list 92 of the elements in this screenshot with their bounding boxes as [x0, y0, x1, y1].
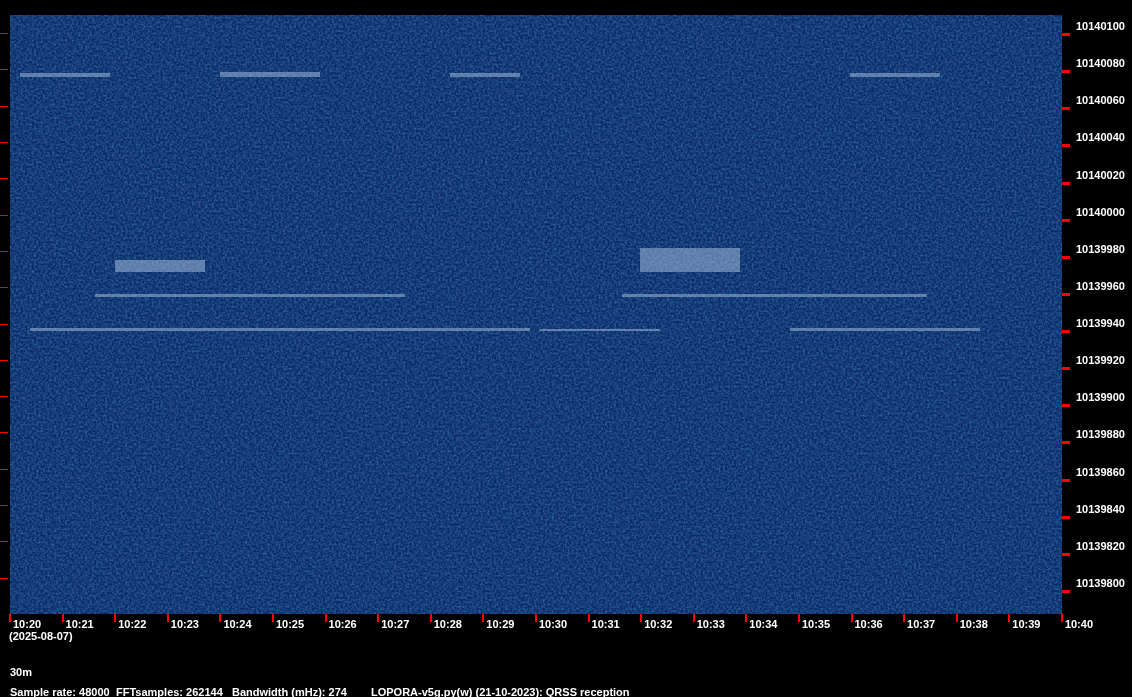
frequency-label: 10139880 — [1076, 428, 1125, 442]
tick-mark — [0, 214, 8, 216]
tick-mark — [0, 541, 8, 542]
tick-mark — [0, 396, 8, 397]
tick-mark — [0, 505, 8, 506]
tick-mark — [0, 105, 8, 107]
tick-mark — [0, 178, 8, 179]
tick-mark — [640, 614, 643, 622]
time-label: 10:31 — [591, 618, 620, 630]
tick-mark — [324, 614, 327, 622]
frequency-label: 10139900 — [1076, 391, 1125, 405]
tick-mark — [1062, 478, 1070, 482]
time-label: 10:34 — [749, 618, 778, 630]
tick-mark — [1060, 614, 1063, 622]
tick-mark — [1062, 292, 1070, 296]
tick-mark — [1062, 552, 1070, 556]
tick-mark — [955, 614, 958, 622]
frequency-label: 10139840 — [1076, 502, 1125, 516]
tick-mark — [692, 614, 695, 622]
tick-mark — [166, 614, 169, 622]
tick-mark — [377, 614, 380, 622]
time-label: 10:33 — [696, 618, 725, 630]
tick-mark — [61, 614, 64, 622]
tick-mark — [1062, 70, 1070, 74]
tick-mark — [0, 468, 8, 470]
time-label: 10:39 — [1012, 618, 1041, 630]
tick-mark — [1062, 33, 1070, 36]
tick-mark — [0, 287, 8, 288]
frequency-label: 10139980 — [1076, 242, 1125, 256]
date-label: (2025-08-07) — [9, 630, 74, 642]
tick-mark — [0, 250, 8, 252]
frequency-label: 10139920 — [1076, 354, 1125, 368]
time-label: 10:23 — [170, 618, 199, 630]
frequency-label: 10140080 — [1076, 57, 1125, 71]
tick-mark — [1062, 255, 1070, 259]
tick-mark — [0, 141, 8, 143]
time-label: 10:32 — [644, 618, 673, 630]
time-label: 10:25 — [275, 618, 305, 630]
time-label: 10:27 — [381, 618, 410, 630]
frequency-label: 10140020 — [1076, 168, 1125, 182]
tick-mark — [0, 323, 8, 325]
time-label: 10:22 — [118, 618, 147, 630]
tick-mark — [587, 614, 590, 622]
frequency-label: 10139960 — [1076, 279, 1125, 293]
band-label: 30m — [10, 666, 34, 678]
tick-mark — [903, 614, 906, 622]
tick-mark — [1062, 515, 1070, 519]
tick-mark — [429, 614, 432, 622]
tick-mark — [850, 614, 853, 622]
frequency-label: 10139940 — [1076, 317, 1125, 330]
tick-mark — [1062, 144, 1070, 148]
frequency-label: 10139800 — [1076, 576, 1125, 590]
tick-mark — [745, 614, 748, 622]
tick-mark — [114, 614, 117, 622]
time-label: 10:24 — [223, 618, 252, 630]
time-label: 10:40 — [1064, 618, 1093, 630]
frequency-label: 10139860 — [1076, 465, 1125, 479]
time-label: 10:37 — [907, 618, 936, 630]
tick-mark — [1062, 404, 1070, 408]
tick-mark — [1008, 614, 1011, 622]
time-label: 10:26 — [328, 618, 357, 630]
tick-mark — [0, 359, 8, 361]
tick-mark — [1062, 441, 1070, 445]
tick-mark — [797, 614, 800, 622]
tick-mark — [219, 614, 222, 622]
time-label: 10:35 — [801, 618, 831, 630]
tick-mark — [482, 614, 485, 622]
tick-mark — [0, 577, 8, 579]
tick-mark — [1062, 367, 1070, 371]
frequency-label: 10140000 — [1076, 205, 1125, 219]
tick-mark — [1062, 330, 1070, 333]
time-label: 10:20 — [13, 618, 42, 630]
time-label: 10:21 — [65, 618, 94, 630]
time-label: 10:38 — [959, 618, 988, 630]
tick-mark — [271, 614, 274, 622]
tick-mark — [1062, 589, 1070, 593]
time-label: 10:36 — [854, 618, 883, 630]
tick-mark — [1062, 107, 1070, 111]
tick-mark — [9, 614, 11, 622]
frequency-label: 10140060 — [1076, 94, 1125, 108]
frequency-label: 10140040 — [1076, 131, 1125, 145]
time-label: 10:30 — [538, 618, 568, 630]
tick-mark — [1062, 218, 1070, 222]
frequency-label: 10139820 — [1076, 539, 1125, 553]
tick-mark — [534, 614, 537, 622]
tick-mark — [0, 432, 8, 434]
time-label: 10:29 — [486, 618, 515, 630]
tick-mark — [0, 69, 8, 70]
frequency-label: 10140100 — [1076, 20, 1125, 33]
time-label: 10:28 — [433, 618, 462, 630]
tick-mark — [0, 33, 8, 34]
tick-mark — [1062, 181, 1070, 185]
